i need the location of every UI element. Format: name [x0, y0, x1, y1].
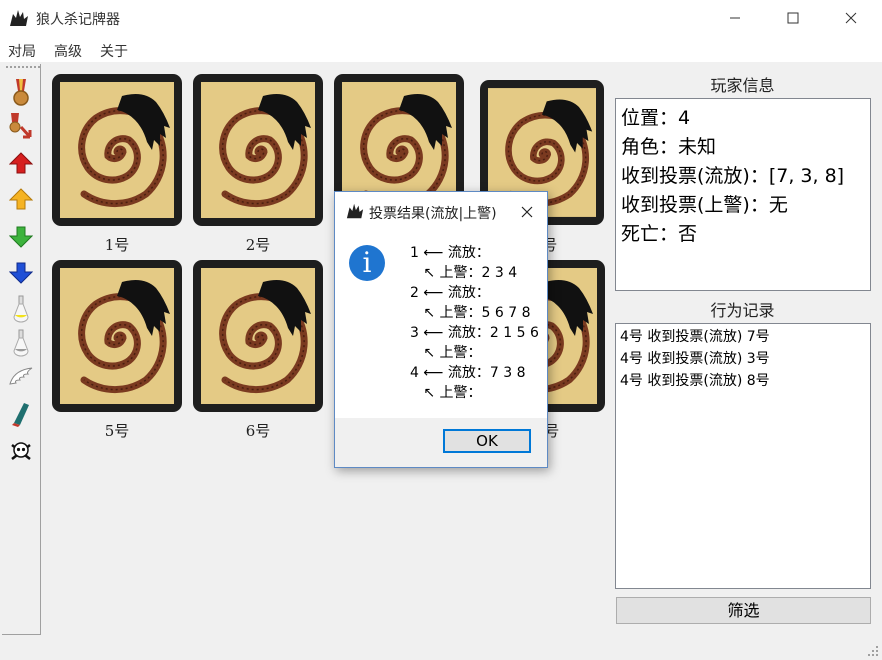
menu-game[interactable]: 对局: [8, 41, 36, 61]
vote-line: ↖ 上警：5 6 7 8: [410, 305, 531, 321]
resize-grip-icon[interactable]: [866, 644, 880, 658]
hunter-gun-icon: [12, 403, 29, 427]
info-exile-votes: 收到投票(流放)：[7, 3, 8]: [621, 165, 845, 187]
werewolf-card-art: [201, 82, 315, 218]
medal-tool-button[interactable]: [8, 78, 34, 108]
medal-transfer-icon: [9, 113, 32, 139]
vote-line: ↖ 上警：: [410, 345, 482, 361]
info-position: 位置：4: [621, 107, 691, 129]
dialog-footer: OK: [335, 418, 547, 467]
wing-icon: [9, 367, 33, 385]
vote-line: ↖ 上警：: [410, 385, 482, 401]
blue-down-arrow-icon: [9, 262, 33, 284]
side-toolbar: [2, 64, 41, 635]
yellow-up-tool-button[interactable]: [8, 184, 34, 214]
action-log-title: 行为记录: [710, 301, 775, 320]
antidote-tool-button[interactable]: [8, 294, 34, 324]
blue-down-tool-button[interactable]: [8, 258, 34, 288]
menu-bar: 对局 高级 关于: [0, 36, 882, 62]
vote-line: 2 ⟵ 流放：: [410, 285, 490, 301]
menu-about[interactable]: 关于: [100, 41, 128, 61]
hunter-tool-button[interactable]: [8, 398, 34, 428]
maximize-button[interactable]: [764, 0, 822, 36]
close-button[interactable]: [822, 0, 880, 36]
window-title: 狼人杀记牌器: [36, 12, 120, 28]
minimize-icon: [730, 17, 740, 19]
menu-advanced[interactable]: 高级: [54, 41, 82, 61]
poison-tool-button[interactable]: [8, 328, 34, 358]
info-sheriff-votes: 收到投票(上警)：无: [621, 194, 788, 216]
werewolf-card-art: [60, 268, 174, 404]
player-label-1: 1号: [104, 236, 130, 254]
player-info-title: 玩家信息: [710, 76, 775, 95]
player-label-2: 2号: [245, 236, 271, 254]
info-death: 死亡：否: [621, 223, 698, 245]
player-info-box: 位置：4 角色：未知 收到投票(流放)：[7, 3, 8] 收到投票(上警)：无…: [615, 98, 871, 291]
werewolf-card-art: [60, 82, 174, 218]
yellow-potion-icon: [13, 295, 29, 323]
vote-line: 3 ⟵ 流放：2 1 5 6: [410, 325, 539, 341]
gray-potion-icon: [13, 329, 29, 357]
player-card-6[interactable]: [193, 260, 323, 412]
vote-line: 4 ⟵ 流放：7 3 8: [410, 365, 526, 381]
vote-line: 1 ⟵ 流放：: [410, 245, 490, 261]
minimize-button[interactable]: [706, 0, 764, 36]
close-icon: [845, 12, 857, 24]
dialog-title-bar[interactable]: 投票结果(流放|上警): [335, 192, 547, 230]
title-bar: 狼人杀记牌器: [0, 0, 882, 36]
wolf-app-icon: [10, 10, 28, 26]
log-entry[interactable]: 4号 收到投票(流放) 3号: [616, 348, 870, 370]
info-icon: i: [349, 245, 385, 281]
info-role: 角色：未知: [621, 136, 717, 158]
dialog-close-button[interactable]: [515, 200, 539, 224]
log-entry[interactable]: 4号 收到投票(流放) 8号: [616, 370, 870, 392]
dialog-title: 投票结果(流放|上警): [369, 206, 497, 222]
player-label-5: 5号: [104, 422, 130, 440]
player-card-2[interactable]: [193, 74, 323, 226]
vote-result-text: 1 ⟵ 流放： ↖ 上警：2 3 4 2 ⟵ 流放： ↖ 上警：5 6 7 8 …: [410, 243, 539, 403]
player-card-5[interactable]: [52, 260, 182, 412]
vote-line: ↖ 上警：2 3 4: [410, 265, 518, 281]
red-up-arrow-icon: [9, 152, 33, 174]
green-down-tool-button[interactable]: [8, 222, 34, 252]
action-log-list[interactable]: 4号 收到投票(流放) 7号 4号 收到投票(流放) 3号 4号 收到投票(流放…: [615, 323, 871, 589]
ok-button[interactable]: OK: [443, 429, 531, 453]
werewolf-card-art: [201, 268, 315, 404]
guard-tool-button[interactable]: [8, 362, 34, 392]
vote-result-dialog: 投票结果(流放|上警) i 1 ⟵ 流放： ↖ 上警：2 3 4 2 ⟵ 流放：…: [334, 191, 548, 468]
wolf-app-icon: [346, 203, 364, 219]
filter-button[interactable]: 筛选: [616, 597, 871, 624]
player-label-6: 6号: [245, 422, 271, 440]
red-up-tool-button[interactable]: [8, 148, 34, 178]
player-card-1[interactable]: [52, 74, 182, 226]
maximize-icon: [787, 12, 799, 24]
close-icon: [521, 206, 533, 218]
log-entry[interactable]: 4号 收到投票(流放) 7号: [616, 326, 870, 348]
medal-transfer-tool-button[interactable]: [8, 112, 34, 142]
yellow-up-arrow-icon: [9, 188, 33, 210]
death-tool-button[interactable]: [8, 436, 34, 466]
green-down-arrow-icon: [9, 226, 33, 248]
toolbar-grip[interactable]: [6, 66, 40, 70]
skull-icon: [11, 442, 31, 460]
medal-icon: [13, 79, 29, 106]
